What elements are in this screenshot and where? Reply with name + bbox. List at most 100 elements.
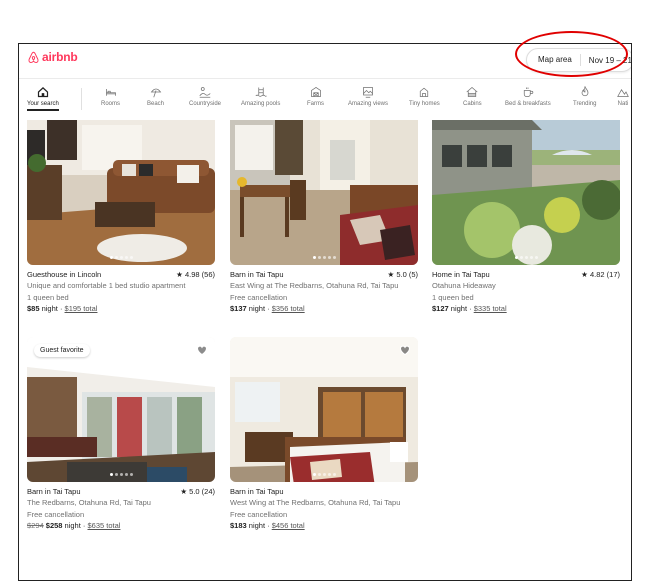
- category-label: Bed & breakfasts: [505, 101, 551, 107]
- category-trending[interactable]: Trending: [573, 86, 596, 107]
- listing-photo[interactable]: [27, 120, 215, 265]
- home-search-icon: [37, 87, 49, 98]
- listing-rating: ★ 5.0 (5): [387, 270, 418, 279]
- category-divider: [81, 88, 82, 110]
- view-icon: [363, 87, 373, 98]
- search-summary-pill[interactable]: Map area Nov 19 – 21: [526, 48, 631, 72]
- category-tiny-homes[interactable]: Tiny homes: [409, 86, 440, 107]
- nightly-price: $137: [230, 304, 247, 314]
- listing-description: Otahuna Hideaway: [432, 281, 496, 291]
- listing-description: The Redbarns, Otahuna Rd, Tai Tapu: [27, 498, 151, 508]
- photo-carousel-dots[interactable]: [27, 256, 215, 259]
- category-label: Farms: [307, 101, 324, 107]
- listing-title: Barn in Tai Tapu: [27, 487, 81, 496]
- category-cabins[interactable]: Cabins: [463, 86, 482, 107]
- total-price-link[interactable]: $456 total: [272, 521, 305, 530]
- category-label: Countryside: [189, 101, 222, 107]
- category-national-parks[interactable]: Nati: [617, 86, 629, 107]
- price-unit: night ·: [448, 304, 474, 314]
- category-beach[interactable]: Beach: [147, 86, 164, 107]
- listing-photo[interactable]: [230, 337, 418, 482]
- price-unit: night ·: [39, 304, 65, 314]
- listing-photo[interactable]: Guest favorite: [27, 337, 215, 482]
- park-icon: [617, 89, 629, 97]
- price-unit: night ·: [246, 521, 272, 531]
- category-farms[interactable]: Farms: [307, 86, 324, 107]
- category-label: Trending: [573, 101, 597, 107]
- listing-rating: ★ 4.82 (17): [581, 270, 620, 279]
- category-label: Amazing views: [348, 101, 389, 107]
- photo-carousel-dots[interactable]: [27, 473, 215, 476]
- airbnb-logo[interactable]: airbnb: [27, 50, 78, 64]
- listing-title: Guesthouse in Lincoln: [27, 270, 102, 279]
- category-label: Nati: [617, 101, 629, 107]
- category-amazing-pools[interactable]: Amazing pools: [241, 86, 280, 107]
- category-your-search[interactable]: Your search: [27, 86, 59, 111]
- listing-title: Barn in Tai Tapu: [230, 487, 284, 496]
- heart-icon[interactable]: [196, 344, 208, 356]
- category-label: Beach: [147, 101, 165, 107]
- listing-detail: Free cancellation: [230, 292, 288, 302]
- category-bar: Your search Rooms Beach Countryside Amaz…: [19, 84, 631, 120]
- cabin-icon: [466, 87, 478, 97]
- browser-frame: airbnb Map area Nov 19 – 21 Your search …: [18, 43, 632, 581]
- bed-icon: [105, 89, 116, 96]
- photo-carousel-dots[interactable]: [230, 473, 418, 476]
- pool-icon: [255, 87, 267, 97]
- listing-photo[interactable]: [432, 120, 620, 265]
- listing-card[interactable]: Barn in Tai Tapu West Wing at The Redbar…: [230, 337, 418, 532]
- category-label: Amazing pools: [241, 101, 281, 107]
- nightly-price: $183: [230, 521, 247, 531]
- listing-info: Barn in Tai Tapu ★ 5.0 (24) The Redbarns…: [27, 486, 215, 532]
- category-amazing-views[interactable]: Amazing views: [348, 86, 388, 107]
- category-rooms[interactable]: Rooms: [101, 86, 120, 107]
- listing-description: East Wing at The Redbarns, Otahuna Rd, T…: [230, 281, 399, 291]
- photo-carousel-dots[interactable]: [230, 256, 418, 259]
- listing-description: Unique and comfortable 1 bed studio apar…: [27, 281, 186, 291]
- listing-rating: ★ 4.98 (56): [176, 270, 215, 279]
- listing-card[interactable]: Barn in Tai Tapu ★ 5.0 (5) East Wing at …: [230, 120, 418, 315]
- coffee-icon: [523, 87, 534, 97]
- countryside-icon: [199, 87, 211, 98]
- photo-carousel-dots[interactable]: [432, 256, 620, 259]
- guest-favorite-badge: Guest favorite: [34, 344, 90, 357]
- listing-card[interactable]: Home in Tai Tapu ★ 4.82 (17) Otahuna Hid…: [432, 120, 620, 315]
- total-price-link[interactable]: $356 total: [272, 304, 305, 313]
- listing-detail: Free cancellation: [27, 509, 85, 519]
- brand-name: airbnb: [42, 50, 78, 64]
- listing-title: Home in Tai Tapu: [432, 270, 490, 279]
- listing-price: $85 night · $195 total: [27, 303, 215, 314]
- category-countryside[interactable]: Countryside: [189, 86, 221, 107]
- listing-photo[interactable]: [230, 120, 418, 265]
- barn-bedroom-photo: [230, 120, 418, 265]
- listing-info: Barn in Tai Tapu West Wing at The Redbar…: [230, 486, 418, 532]
- nightly-price: $85: [27, 304, 40, 314]
- dates-button[interactable]: Nov 19 – 21: [581, 56, 631, 65]
- listing-description: West Wing at The Redbarns, Otahuna Rd, T…: [230, 498, 401, 508]
- tiny-home-icon: [420, 87, 429, 97]
- listing-info: Home in Tai Tapu ★ 4.82 (17) Otahuna Hid…: [432, 269, 620, 315]
- listing-detail: 1 queen bed: [27, 292, 69, 302]
- listing-detail: 1 queen bed: [432, 292, 474, 302]
- heart-icon[interactable]: [399, 344, 411, 356]
- total-price-link[interactable]: $195 total: [65, 304, 98, 313]
- top-header: airbnb Map area Nov 19 – 21: [19, 44, 631, 79]
- total-price-link[interactable]: $635 total: [87, 521, 120, 530]
- price-unit: night ·: [62, 521, 88, 531]
- original-price: $294: [27, 521, 44, 531]
- nightly-price: $127: [432, 304, 449, 314]
- map-area-button[interactable]: Map area: [527, 54, 581, 66]
- sunroom-photo: [27, 337, 215, 482]
- listing-card[interactable]: Guesthouse in Lincoln ★ 4.98 (56) Unique…: [27, 120, 215, 315]
- listing-title: Barn in Tai Tapu: [230, 270, 284, 279]
- price-unit: night ·: [246, 304, 272, 314]
- listing-price: $294 $258 night · $635 total: [27, 520, 215, 531]
- flame-icon: [581, 86, 589, 97]
- category-label: Tiny homes: [409, 101, 440, 107]
- barn-bedroom-west-photo: [230, 337, 418, 482]
- garden-home-photo: [432, 120, 620, 265]
- total-price-link[interactable]: $335 total: [474, 304, 507, 313]
- category-label: Your search: [27, 101, 59, 107]
- listing-card[interactable]: Guest favorite Barn in Tai Tapu ★ 5.0 (2…: [27, 337, 215, 532]
- category-bed-breakfasts[interactable]: Bed & breakfasts: [505, 86, 551, 107]
